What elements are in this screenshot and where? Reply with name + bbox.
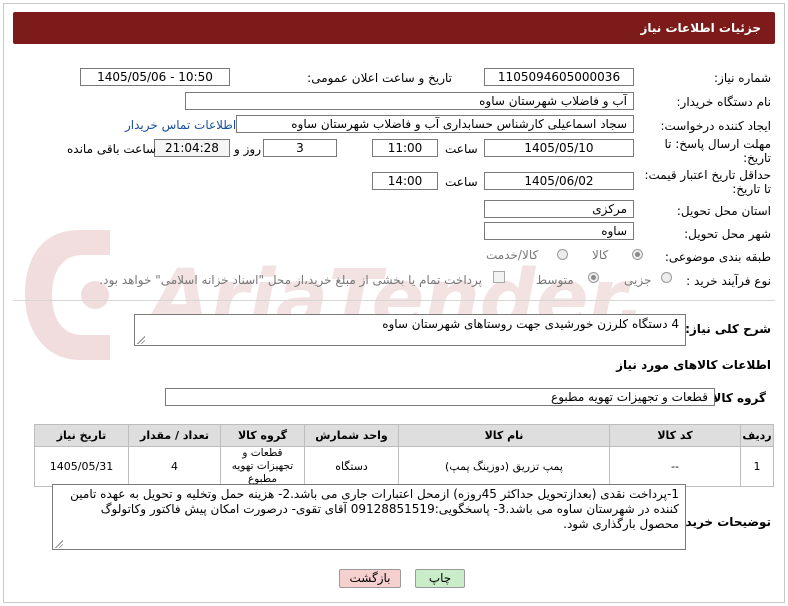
- contact-info-link[interactable]: اطلاعات تماس خریدار: [125, 118, 236, 132]
- requester-label: ایجاد کننده درخواست:: [660, 119, 771, 133]
- category-label: طبقه بندی موضوعی:: [664, 250, 771, 264]
- validity-time-label: ساعت: [445, 175, 478, 189]
- col-goods-code: کد کالا: [609, 424, 741, 447]
- goods-group-field[interactable]: قطعات و تجهیزات تهویه مطبوع: [165, 388, 715, 406]
- process-label: نوع فرآیند خرید :: [686, 274, 771, 288]
- province-field[interactable]: مرکزی: [484, 200, 634, 218]
- resize-handle-icon[interactable]: [136, 335, 145, 344]
- process-radio-medium[interactable]: [588, 272, 599, 283]
- remaining-time-field: 21:04:28: [154, 139, 230, 157]
- deadline-time-field[interactable]: 11:00: [372, 139, 438, 157]
- city-label: شهر محل تحویل:: [684, 227, 771, 241]
- treasury-payment-note: پرداخت تمام یا بخشی از مبلغ خرید،از محل …: [99, 273, 482, 287]
- process-option-medium: متوسط: [536, 273, 574, 287]
- category-radio-goods[interactable]: [632, 249, 643, 260]
- divider: [13, 300, 775, 301]
- resize-handle-icon[interactable]: [54, 539, 63, 548]
- page-title: جزئیات اطلاعات نیاز: [640, 21, 761, 35]
- description-text: 4 دستگاه کلرزن خورشیدی جهت روستاهای شهرس…: [382, 317, 679, 331]
- category-option-goods-service: کالا/خدمت: [486, 248, 539, 262]
- buyer-org-label: نام دستگاه خریدار:: [676, 95, 772, 109]
- description-label: شرح کلی نیاز:: [685, 322, 771, 336]
- cell-need-date: 1405/05/31: [34, 446, 129, 487]
- description-field[interactable]: 4 دستگاه کلرزن خورشیدی جهت روستاهای شهرس…: [134, 314, 686, 346]
- deadline-label-2: تاریخ:: [743, 151, 771, 165]
- treasury-payment-checkbox[interactable]: [493, 271, 505, 283]
- goods-group-label: گروه کالا:: [707, 391, 766, 405]
- table-row[interactable]: 1405/05/31 4 قطعات و تجهیزات تهویه مطبوع…: [34, 446, 774, 487]
- process-option-minor: جزیی: [624, 273, 652, 287]
- announce-date-field[interactable]: 1405/05/06 - 10:50: [80, 68, 230, 86]
- cell-goods-code: --: [609, 446, 741, 487]
- table-header-row: تاریخ نیاز تعداد / مقدار گروه کالا واحد …: [34, 424, 774, 447]
- cell-unit: دستگاه: [304, 446, 399, 487]
- deadline-label-1: مهلت ارسال پاسخ: تا: [664, 137, 771, 151]
- col-need-date: تاریخ نیاز: [34, 424, 129, 447]
- buyer-org-field[interactable]: آب و فاضلاب شهرستان ساوه: [185, 92, 634, 110]
- requester-field[interactable]: سجاد اسماعیلی کارشناس حسابداری آب و فاضل…: [236, 115, 634, 133]
- col-goods-name: نام کالا: [398, 424, 610, 447]
- header-bar: جزئیات اطلاعات نیاز: [13, 12, 775, 44]
- col-quantity: تعداد / مقدار: [128, 424, 221, 447]
- days-remaining-field[interactable]: 3: [263, 139, 337, 157]
- category-option-goods: کالا: [592, 248, 609, 262]
- announce-label: تاریخ و ساعت اعلان عمومی:: [307, 71, 452, 85]
- goods-section-title: اطلاعات کالاهای مورد نیاز: [616, 358, 771, 372]
- cell-goods-group: قطعات و تجهیزات تهویه مطبوع: [220, 446, 305, 487]
- cell-quantity: 4: [128, 446, 221, 487]
- remaining-time-label: ساعت باقی مانده: [67, 142, 157, 156]
- col-row-number: ردیف: [740, 424, 774, 447]
- goods-table: تاریخ نیاز تعداد / مقدار گروه کالا واحد …: [34, 424, 774, 487]
- need-number-label: شماره نیاز:: [714, 71, 771, 85]
- cell-goods-name: پمپ تزریق (دوزینگ پمپ): [398, 446, 610, 487]
- process-radio-minor[interactable]: [661, 272, 672, 283]
- validity-time-field[interactable]: 14:00: [372, 172, 438, 190]
- buyer-notes-text: 1-پرداخت نقدی (بعدازتحویل حداکثر 45روزه)…: [70, 487, 679, 531]
- print-button[interactable]: چاپ: [415, 569, 465, 588]
- deadline-time-label: ساعت: [445, 142, 478, 156]
- buyer-notes-field[interactable]: 1-پرداخت نقدی (بعدازتحویل حداکثر 45روزه)…: [52, 484, 686, 550]
- category-radio-goods-service[interactable]: [557, 249, 568, 260]
- cell-row-number: 1: [740, 446, 774, 487]
- city-field[interactable]: ساوه: [484, 222, 634, 240]
- price-validity-label-1: حداقل تاریخ اعتبار قیمت:: [644, 168, 771, 182]
- col-goods-group: گروه کالا: [220, 424, 305, 447]
- validity-date-field[interactable]: 1405/06/02: [484, 172, 634, 190]
- deadline-date-field[interactable]: 1405/05/10: [484, 139, 634, 157]
- price-validity-label-2: تا تاریخ:: [732, 182, 771, 196]
- province-label: استان محل تحویل:: [676, 204, 771, 218]
- col-unit: واحد شمارش: [304, 424, 399, 447]
- back-button[interactable]: بازگشت: [339, 569, 401, 588]
- days-label: روز و: [234, 142, 261, 156]
- need-number-field[interactable]: 1105094605000036: [484, 68, 634, 86]
